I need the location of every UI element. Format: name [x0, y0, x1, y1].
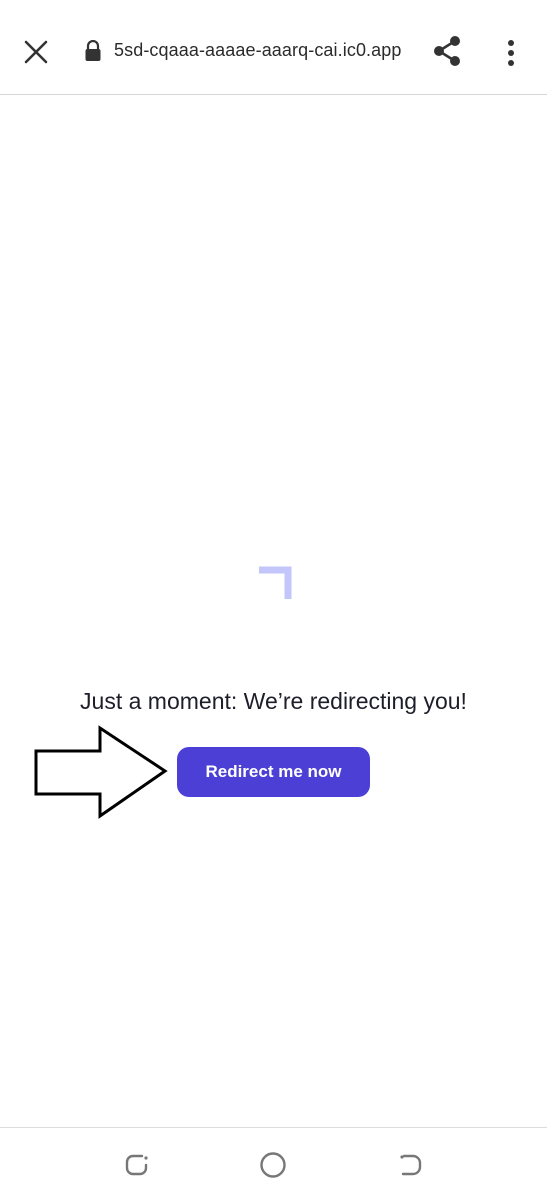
close-icon[interactable]	[18, 34, 54, 70]
system-nav-bar	[0, 1127, 547, 1200]
lock-icon	[84, 39, 102, 62]
recent-apps-icon[interactable]	[122, 1150, 152, 1180]
redirect-me-now-button[interactable]: Redirect me now	[177, 747, 370, 797]
page: 5sd-cqaaa-aaaae-aaarq-cai.ic0.app Just a…	[0, 0, 547, 1200]
redirect-message: Just a moment: We’re redirecting you!	[80, 688, 467, 714]
share-icon[interactable]	[428, 32, 466, 70]
more-vert-icon[interactable]	[498, 36, 524, 70]
browser-toolbar: 5sd-cqaaa-aaaae-aaarq-cai.ic0.app	[0, 0, 547, 95]
home-icon[interactable]	[258, 1150, 288, 1180]
loading-spinner-icon	[258, 566, 292, 600]
url-text[interactable]: 5sd-cqaaa-aaaae-aaarq-cai.ic0.app	[114, 40, 402, 61]
back-icon[interactable]	[396, 1150, 426, 1180]
arrow-right-outline-icon	[32, 725, 170, 821]
